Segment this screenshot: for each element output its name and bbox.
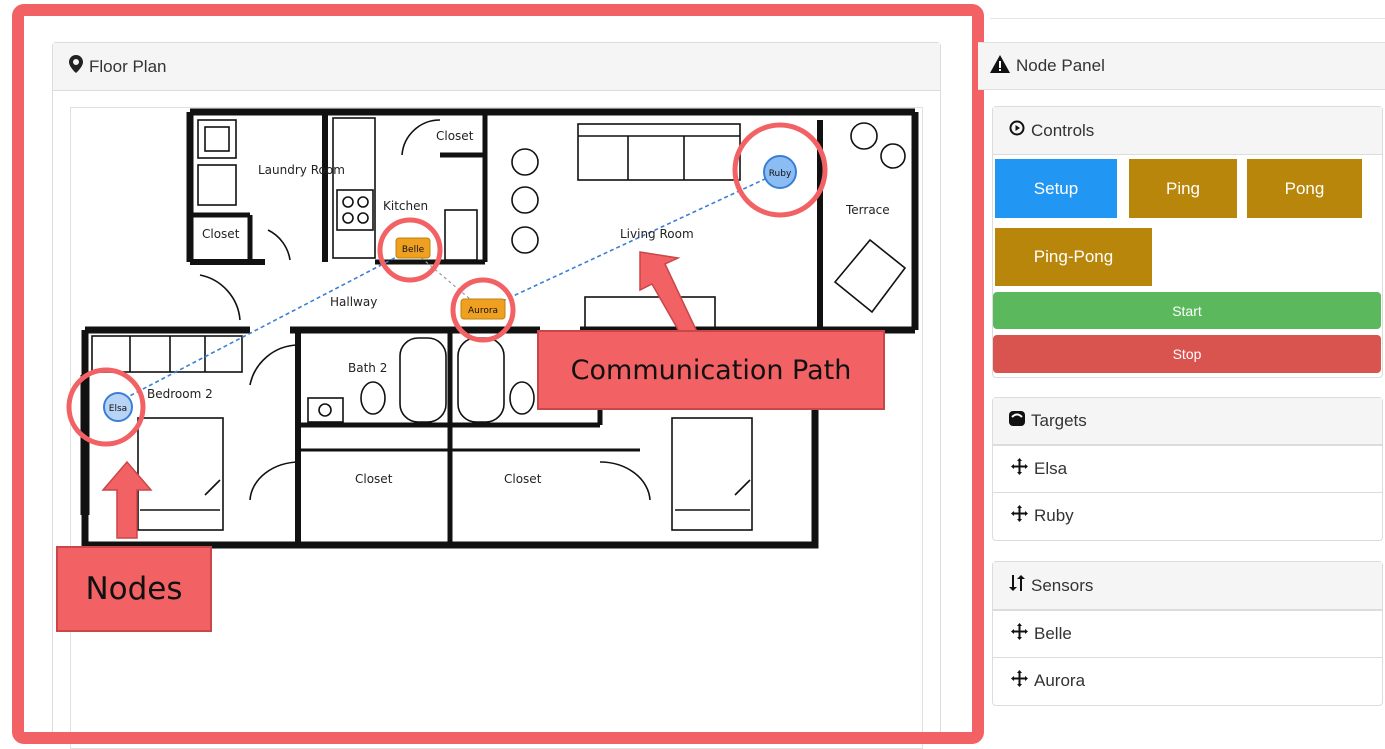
nodes-callout: Nodes — [56, 546, 212, 632]
target-item-elsa[interactable]: Elsa — [993, 445, 1382, 492]
stop-label: Stop — [1172, 346, 1202, 362]
stop-button[interactable]: Stop — [993, 335, 1381, 373]
pong-button[interactable]: Pong — [1247, 159, 1362, 218]
sensors-panel: Sensors Belle Aurora — [992, 561, 1383, 706]
controls-header: Controls — [993, 107, 1382, 155]
target-item-ruby[interactable]: Ruby — [993, 492, 1382, 539]
sort-icon — [1009, 575, 1025, 596]
ping-button[interactable]: Ping — [1129, 159, 1237, 218]
warning-icon — [990, 54, 1010, 78]
node-panel-title: Node Panel — [1016, 56, 1105, 75]
setup-button[interactable]: Setup — [995, 159, 1117, 218]
nodes-text: Nodes — [85, 571, 183, 607]
communication-path-text: Communication Path — [570, 354, 852, 386]
sensor-item-aurora[interactable]: Aurora — [993, 657, 1382, 704]
target-icon — [1009, 411, 1025, 431]
move-icon — [1011, 458, 1028, 480]
ping-label: Ping — [1165, 178, 1201, 198]
sensor-item-belle[interactable]: Belle — [993, 610, 1382, 657]
sensor-item-label: Aurora — [1034, 671, 1086, 690]
setup-label: Setup — [1033, 178, 1079, 198]
targets-title: Targets — [1031, 411, 1087, 430]
targets-panel: Targets Elsa Ruby — [992, 397, 1383, 541]
sensors-title: Sensors — [1031, 575, 1094, 595]
target-item-label: Ruby — [1034, 506, 1074, 525]
target-item-label: Elsa — [1034, 459, 1068, 478]
start-label: Start — [1172, 302, 1202, 319]
controls-title: Controls — [1031, 120, 1095, 140]
play-circle-icon — [1009, 120, 1025, 141]
pong-label: Pong — [1284, 178, 1325, 198]
ping-pong-button[interactable]: Ping-Pong — [995, 228, 1152, 286]
ping-pong-label: Ping-Pong — [1033, 247, 1114, 266]
move-icon — [1011, 505, 1028, 527]
sensor-item-label: Belle — [1034, 624, 1072, 643]
communication-path-callout: Communication Path — [537, 330, 885, 410]
top-divider — [990, 18, 1385, 19]
move-icon — [1011, 670, 1028, 692]
targets-header: Targets — [993, 398, 1382, 445]
node-panel-header: Node Panel — [978, 42, 1385, 90]
sensors-header: Sensors — [993, 562, 1382, 610]
move-icon — [1011, 623, 1028, 645]
start-button[interactable]: Start — [993, 292, 1381, 329]
